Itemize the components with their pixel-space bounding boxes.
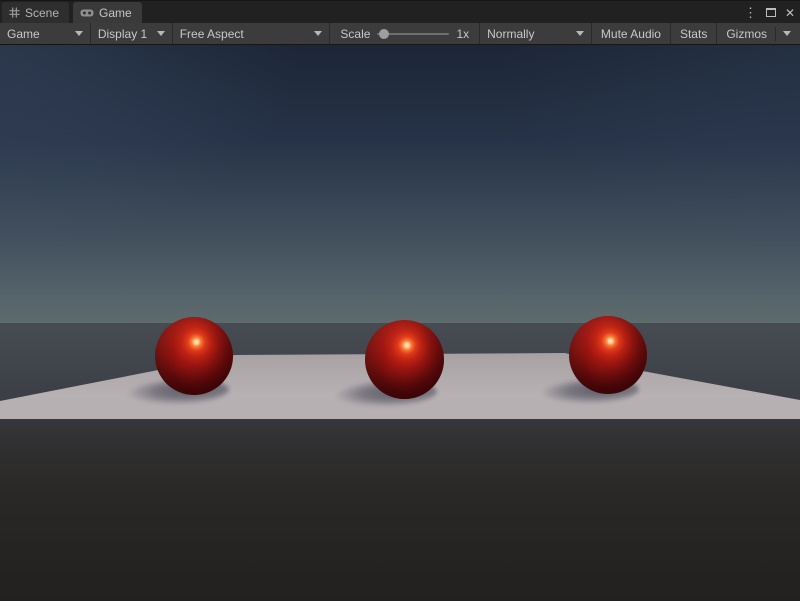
game-view-toolbar: Game Display 1 Free Aspect Scale 1x Norm…	[0, 23, 800, 45]
red-sphere	[365, 320, 444, 399]
chevron-down-icon	[314, 31, 322, 36]
display-label: Display 1	[98, 27, 147, 41]
red-sphere	[155, 317, 233, 395]
gizmos-dropdown[interactable]: Gizmos	[717, 23, 800, 44]
scale-label: Scale	[340, 27, 370, 41]
stats-button[interactable]: Stats	[671, 23, 717, 44]
mute-audio-label: Mute Audio	[601, 27, 661, 41]
display-dropdown[interactable]: Display 1	[91, 23, 173, 44]
mute-audio-button[interactable]: Mute Audio	[592, 23, 671, 44]
stats-label: Stats	[680, 27, 707, 41]
skybox	[0, 45, 800, 323]
tab-game-label: Game	[99, 6, 132, 20]
tab-scene[interactable]: Scene	[2, 2, 69, 23]
aspect-ratio-dropdown[interactable]: Free Aspect	[173, 23, 331, 44]
scale-slider[interactable]	[377, 29, 449, 39]
scale-control: Scale 1x	[330, 23, 479, 44]
separator	[775, 27, 776, 41]
grid-icon	[9, 7, 20, 18]
play-mode-label: Normally	[487, 27, 534, 41]
view-mode-label: Game	[7, 27, 40, 41]
window-controls: ⋮ ✕	[744, 1, 795, 24]
maximize-icon[interactable]	[766, 8, 776, 17]
scale-value: 1x	[456, 27, 469, 41]
tab-game[interactable]: Game	[73, 2, 142, 23]
chevron-down-icon	[75, 31, 83, 36]
chevron-down-icon	[576, 31, 584, 36]
tab-bar: Scene Game ⋮ ✕	[0, 0, 800, 23]
view-mode-dropdown[interactable]: Game	[0, 23, 91, 44]
kebab-menu-icon[interactable]: ⋮	[744, 6, 757, 19]
tab-scene-label: Scene	[25, 6, 59, 20]
chevron-down-icon	[783, 31, 791, 36]
aspect-ratio-label: Free Aspect	[180, 27, 244, 41]
red-sphere	[569, 316, 647, 394]
chevron-down-icon	[157, 31, 165, 36]
gizmos-label: Gizmos	[726, 27, 767, 41]
gamepad-icon	[80, 7, 94, 18]
close-icon[interactable]: ✕	[785, 7, 795, 19]
unity-game-window: Scene Game ⋮ ✕ Game Display 1	[0, 0, 800, 601]
play-mode-dropdown[interactable]: Normally	[479, 23, 592, 44]
game-viewport[interactable]	[0, 45, 800, 601]
scale-slider-handle[interactable]	[379, 29, 389, 39]
